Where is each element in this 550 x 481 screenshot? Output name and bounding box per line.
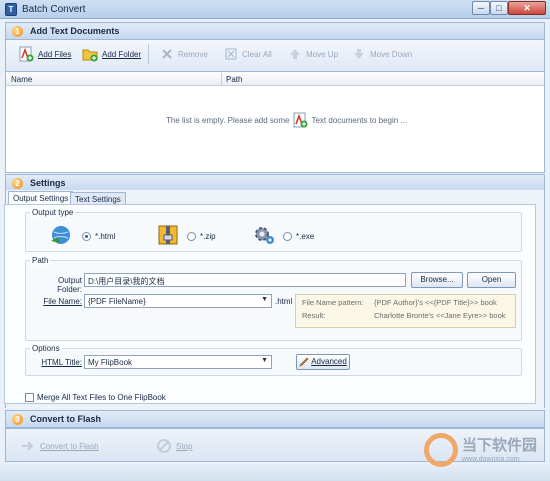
browse-button[interactable]: Browse...: [411, 272, 463, 288]
exe-radio[interactable]: [283, 232, 292, 241]
zip-option[interactable]: *.zip: [187, 232, 216, 241]
advanced-label: Advanced: [311, 357, 347, 366]
add-files-icon: [19, 46, 34, 62]
open-button[interactable]: Open: [467, 272, 516, 288]
column-path[interactable]: Path: [226, 75, 242, 84]
convert-button[interactable]: Convert to Flash: [18, 436, 101, 456]
exe-option[interactable]: *.exe: [283, 232, 314, 241]
watermark: 当下软件园 www.downxia.com: [418, 430, 546, 470]
minimize-button[interactable]: ─: [472, 1, 490, 15]
empty-message-end: Text documents to begin ...: [311, 115, 408, 125]
options-label: Options: [30, 344, 62, 353]
close-button[interactable]: ✕: [508, 1, 546, 15]
settings-title: Settings: [30, 178, 66, 188]
result-label: Result:: [302, 311, 326, 320]
zip-archive-icon: [158, 225, 178, 245]
add-documents-title: Add Text Documents: [30, 26, 120, 36]
convert-header[interactable]: 3 Convert to Flash: [5, 410, 545, 428]
pattern-value: {PDF Author}'s <<{PDF Title}>> book: [374, 298, 497, 307]
document-list[interactable]: Name Path The list is empty. Please add …: [5, 71, 545, 173]
file-name-label: File Name:: [43, 297, 82, 306]
convert-icon: [22, 441, 34, 451]
add-text-document-icon: [293, 112, 308, 128]
merge-label: Merge All Text Files to One FlipBook: [37, 393, 166, 402]
move-up-button[interactable]: Move Up: [286, 44, 340, 64]
list-header: Name Path: [6, 72, 544, 86]
html-option-label: *.html: [95, 232, 116, 241]
arrow-up-icon: [290, 49, 300, 59]
clear-all-label: Clear All: [242, 49, 272, 59]
chevron-down-icon[interactable]: ▼: [261, 296, 268, 303]
stop-icon: [157, 439, 171, 453]
add-files-label: Add Files: [38, 49, 72, 59]
pattern-label: File Name pattern:: [302, 298, 364, 307]
title-bar: T Batch Convert ─ □ ✕: [0, 0, 550, 19]
move-down-button[interactable]: Move Down: [350, 44, 414, 64]
step-number-1: 1: [12, 26, 23, 37]
html-radio[interactable]: [82, 232, 91, 241]
merge-option[interactable]: Merge All Text Files to One FlipBook: [25, 393, 166, 402]
convert-title: Convert to Flash: [30, 414, 102, 424]
move-down-label: Move Down: [370, 49, 413, 59]
step-number-2: 2: [12, 178, 23, 189]
add-documents-header[interactable]: 1 Add Text Documents: [5, 22, 545, 40]
html-option[interactable]: *.html: [82, 232, 115, 241]
watermark-url: www.downxia.com: [462, 456, 520, 463]
html-title-combo[interactable]: My FlipBook ▼: [84, 355, 272, 369]
output-type-label: Output type: [30, 208, 76, 217]
stop-button[interactable]: Stop: [154, 436, 194, 456]
zip-option-label: *.zip: [200, 232, 216, 241]
exe-gears-icon: [255, 227, 274, 244]
advanced-button[interactable]: Advanced: [296, 354, 350, 370]
zip-radio[interactable]: [187, 232, 196, 241]
remove-button[interactable]: Remove: [158, 44, 210, 64]
stop-label: Stop: [176, 441, 193, 451]
clear-all-icon: [225, 48, 237, 60]
file-name-combo[interactable]: {PDF FileName} ▼: [84, 294, 272, 308]
result-value: Charlotte Bronte's <<Jane Eyre>> book: [374, 311, 506, 320]
watermark-logo: [424, 433, 458, 467]
remove-label: Remove: [178, 49, 208, 59]
exe-option-label: *.exe: [296, 232, 315, 241]
step-number-3: 3: [12, 414, 23, 425]
add-folder-icon: [82, 49, 98, 62]
add-folder-button[interactable]: Add Folder: [80, 44, 143, 64]
file-name-value: {PDF FileName}: [88, 297, 146, 306]
html-globe-icon: [51, 226, 70, 244]
path-label: Path: [30, 256, 51, 265]
merge-checkbox[interactable]: [25, 393, 34, 402]
empty-list-message: The list is empty. Please add some Text …: [166, 112, 407, 128]
file-name-pattern-box: File Name pattern: {PDF Author}'s <<{PDF…: [295, 294, 516, 328]
window-title: Batch Convert: [22, 4, 86, 15]
move-up-label: Move Up: [306, 49, 339, 59]
documents-toolbar: Add Files Add Folder Remove Clear All Mo…: [5, 40, 545, 71]
remove-icon: [162, 49, 172, 59]
app-icon: T: [5, 3, 17, 16]
file-extension: .html: [275, 297, 293, 306]
output-folder-label: Output Folder:: [57, 276, 82, 294]
html-title-label: HTML Title:: [41, 358, 82, 367]
html-title-value: My FlipBook: [88, 358, 133, 367]
output-folder-input[interactable]: D:\用户目录\我的文档: [84, 273, 406, 287]
add-folder-label: Add Folder: [102, 49, 142, 59]
chevron-down-icon[interactable]: ▼: [261, 357, 268, 364]
watermark-text: 当下软件园: [462, 436, 538, 454]
column-name[interactable]: Name: [11, 75, 32, 84]
maximize-button[interactable]: □: [490, 1, 508, 15]
arrow-down-icon: [354, 49, 364, 59]
clear-all-button[interactable]: Clear All: [222, 44, 274, 64]
convert-label: Convert to Flash: [40, 441, 99, 451]
empty-message-start: The list is empty. Please add some: [166, 115, 290, 125]
pencil-icon: [299, 357, 309, 367]
add-files-button[interactable]: Add Files: [16, 44, 73, 64]
